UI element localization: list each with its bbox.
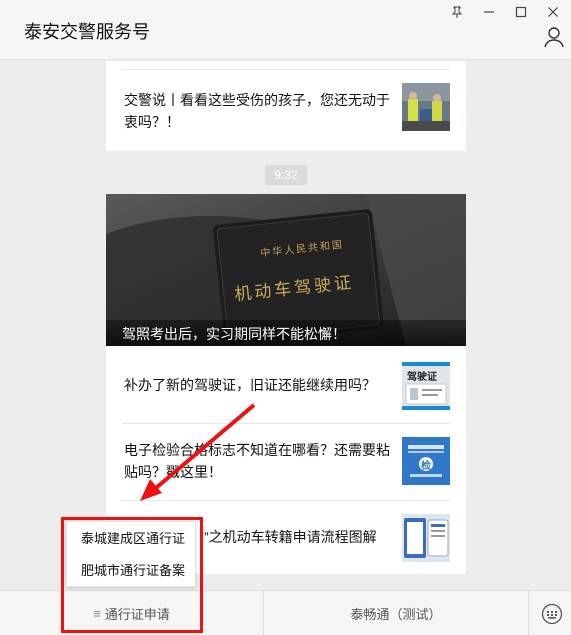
- article-title[interactable]: 交警说丨看看这些受伤的孩子，您还无动于衷吗？！: [124, 89, 394, 133]
- article-card-top[interactable]: 交警说丨看看这些受伤的孩子，您还无动于衷吗？！: [106, 61, 466, 151]
- timestamp: 9:32: [265, 165, 307, 185]
- license-thumbnail[interactable]: 驾驶证: [402, 362, 450, 410]
- thumb-label: 驾驶证: [407, 372, 437, 383]
- article-title[interactable]: 补办了新的驾驶证，旧证还能继续用吗？: [124, 374, 394, 396]
- hero-caption: 驾照考出后，实习期同样不能松懈！: [106, 320, 466, 346]
- pin-icon[interactable]: [442, 2, 472, 22]
- minimize-icon[interactable]: [474, 2, 504, 22]
- menu-divider: [528, 591, 529, 635]
- article-thumbnail[interactable]: [402, 83, 450, 131]
- profile-icon[interactable]: [543, 26, 565, 48]
- transfer-thumbnail[interactable]: [402, 514, 450, 562]
- window-header: 泰安交警服务号: [0, 0, 571, 60]
- message-area[interactable]: 交警说丨看看这些受伤的孩子，您还无动于衷吗？！ 9:32 中华人民共和国 机动车…: [0, 61, 571, 590]
- window-title: 泰安交警服务号: [24, 22, 150, 42]
- annotation-arrow: [140, 403, 256, 501]
- annotation-box: [61, 517, 203, 633]
- inspection-thumbnail[interactable]: 检: [402, 437, 450, 485]
- keyboard-icon[interactable]: [541, 603, 563, 625]
- menu-label: 泰畅通（测试）: [350, 607, 442, 622]
- menu-taichangtong[interactable]: 泰畅通（测试）: [264, 591, 528, 635]
- maximize-icon[interactable]: [506, 2, 536, 22]
- close-icon[interactable]: [538, 2, 568, 22]
- thumb-label: 检: [421, 461, 431, 472]
- hero-article[interactable]: 中华人民共和国 机动车驾驶证 驾照考出后，实习期同样不能松懈！: [106, 194, 466, 346]
- divider: [122, 69, 450, 70]
